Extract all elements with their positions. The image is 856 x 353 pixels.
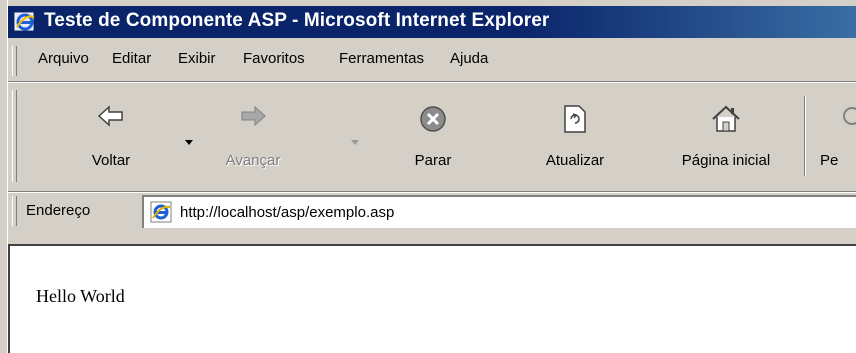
menu-arquivo[interactable]: Arquivo — [38, 50, 89, 67]
page-content[interactable]: Hello World — [8, 244, 856, 353]
refresh-label: Atualizar — [545, 152, 605, 169]
forward-button[interactable]: Avançar — [198, 82, 308, 192]
window-left-border — [0, 0, 8, 353]
menu-grip[interactable] — [12, 46, 17, 76]
address-label: Endereço — [26, 202, 91, 219]
forward-arrow-icon — [198, 104, 308, 138]
address-input[interactable]: http://localhost/asp/exemplo.asp — [142, 195, 856, 228]
toolbar-separator — [804, 96, 806, 176]
home-button[interactable]: Página inicial — [656, 82, 796, 192]
refresh-button[interactable]: Atualizar — [530, 82, 620, 192]
title-bar[interactable]: Teste de Componente ASP - Microsoft Inte… — [8, 6, 856, 38]
back-arrow-icon — [66, 104, 156, 138]
toolbar-grip[interactable] — [12, 90, 17, 182]
ie-logo-icon — [14, 11, 36, 33]
standard-toolbar: Voltar Avançar Parar Atualizar Página in… — [8, 82, 856, 192]
stop-label: Parar — [414, 152, 452, 169]
menu-ferramentas[interactable]: Ferramentas — [339, 50, 424, 67]
window-title: Teste de Componente ASP - Microsoft Inte… — [44, 10, 550, 31]
address-bar: Endereço http://localhost/asp/exemplo.as… — [8, 192, 856, 232]
home-label: Página inicial — [681, 152, 771, 169]
stop-button[interactable]: Parar — [388, 82, 478, 192]
stop-icon — [388, 104, 478, 138]
menu-exibir[interactable]: Exibir — [178, 50, 216, 67]
home-icon — [656, 104, 796, 138]
hello-text: Hello World — [36, 286, 125, 306]
browser-window: Teste de Componente ASP - Microsoft Inte… — [0, 0, 856, 353]
menu-ajuda[interactable]: Ajuda — [450, 50, 488, 67]
menu-bar: Arquivo Editar Exibir Favoritos Ferramen… — [8, 40, 856, 80]
forward-label: Avançar — [225, 152, 281, 169]
page-ie-icon — [150, 201, 172, 223]
search-button[interactable]: Pe — [814, 82, 856, 192]
menu-editar[interactable]: Editar — [112, 50, 151, 67]
address-url: http://localhost/asp/exemplo.asp — [180, 204, 395, 221]
back-button[interactable]: Voltar — [66, 82, 156, 192]
back-label: Voltar — [91, 152, 131, 169]
forward-dropdown-arrow[interactable] — [350, 134, 360, 145]
menu-favoritos[interactable]: Favoritos — [243, 50, 305, 67]
back-dropdown-arrow[interactable] — [184, 134, 194, 145]
refresh-icon — [530, 104, 620, 138]
search-icon — [814, 104, 856, 138]
search-label: Pe — [820, 152, 839, 169]
address-grip[interactable] — [12, 196, 17, 226]
